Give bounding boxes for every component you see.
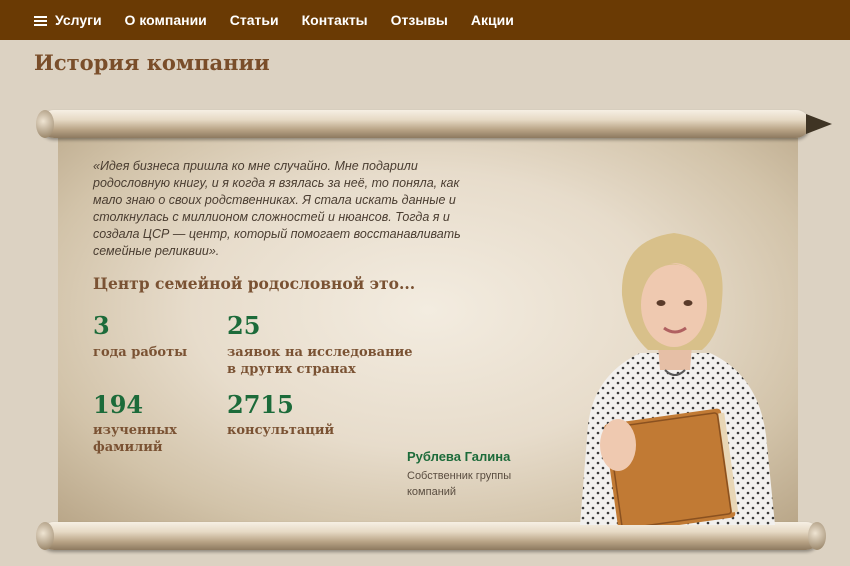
face [641, 263, 707, 347]
stat-years-label: года работы [93, 344, 187, 361]
stat-label-line: заявок на исследование [227, 345, 413, 360]
nav-item-reviews[interactable]: Отзывы [391, 12, 448, 28]
scroll-roll-top-tail [806, 114, 832, 134]
scroll-roll-top [40, 110, 810, 138]
menu-icon [34, 15, 47, 26]
stat-consultations-value: 2715 [227, 390, 294, 419]
hand [600, 419, 636, 471]
stat-consultations-label: консультаций [227, 422, 334, 439]
owner-role-line: Собственник группы [407, 470, 512, 482]
page-title: История компании [34, 50, 270, 75]
stat-label-line: изученных [93, 423, 177, 438]
scroll-roll-bottom-left-end [36, 522, 54, 550]
quote-line: создала ЦСР — центр, который помогает во… [93, 227, 461, 241]
right-eye [683, 300, 693, 306]
nav-item-articles[interactable]: Статьи [230, 12, 279, 28]
stat-label-line: фамилий [93, 440, 163, 455]
nav-item-services-label: Услуги [55, 12, 102, 28]
section-subtitle: Центр семейной родословной это... [93, 274, 416, 293]
nav-item-about[interactable]: О компании [125, 12, 207, 28]
owner-portrait [580, 233, 775, 525]
stat-label-line: года работы [93, 345, 188, 360]
top-navigation: Услуги О компании Статьи Контакты Отзывы… [0, 0, 850, 40]
quote-line: мало знаю о своих родственниках. Я стала… [93, 193, 456, 207]
scroll-roll-bottom-right-end [808, 522, 826, 550]
founder-quote: «Идея бизнеса пришла ко мне случайно. Мн… [93, 158, 483, 260]
stat-requests-value: 25 [227, 311, 261, 340]
quote-line: семейные реликвии». [93, 244, 220, 258]
left-eye [656, 300, 666, 306]
nav-item-promotions[interactable]: Акции [471, 12, 514, 28]
stat-requests-label: заявок на исследование в других странах [227, 344, 413, 378]
scroll-roll-top-left-end [36, 110, 54, 138]
quote-line: «Идея бизнеса пришла ко мне случайно. Мн… [93, 159, 418, 173]
nav-item-contacts[interactable]: Контакты [302, 12, 368, 28]
quote-line: родословную книгу, и я когда я взялась з… [93, 176, 460, 190]
stat-label-line: консультаций [227, 423, 335, 438]
stat-years-value: 3 [93, 311, 110, 340]
owner-name: Рублева Галина [407, 449, 511, 464]
nav-item-services[interactable]: Услуги [34, 12, 102, 28]
quote-line: столкнулась с миллионом сложностей и нюа… [93, 210, 450, 224]
stat-label-line: в других странах [227, 362, 356, 377]
stat-surnames-label: изученных фамилий [93, 422, 177, 456]
stat-surnames-value: 194 [93, 390, 144, 419]
owner-role-line: компаний [407, 486, 457, 498]
scroll-roll-bottom [40, 522, 820, 550]
owner-role: Собственник группы компаний [407, 468, 537, 500]
